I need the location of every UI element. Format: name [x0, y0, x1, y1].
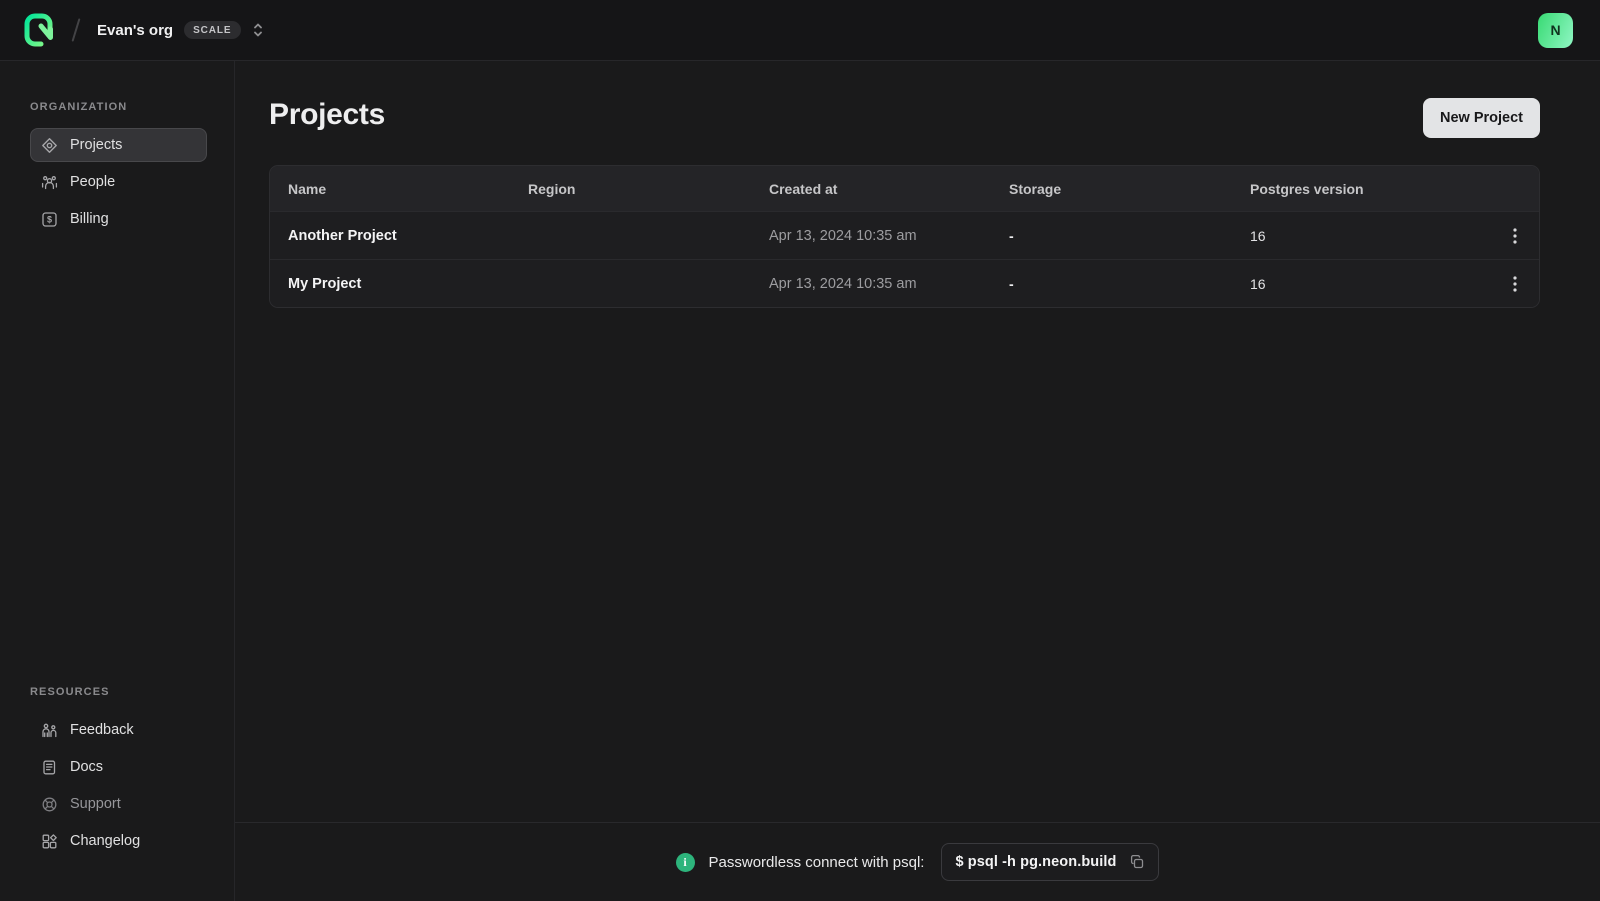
- docs-icon: [40, 758, 58, 776]
- sidebar-item-label: Billing: [70, 211, 109, 227]
- sidebar-item-label: Projects: [70, 137, 122, 153]
- project-name[interactable]: Another Project: [288, 228, 528, 244]
- copy-icon[interactable]: [1129, 854, 1145, 870]
- sidebar-item-feedback[interactable]: Feedback: [30, 713, 207, 747]
- sidebar-section-resources: RESOURCES: [0, 686, 234, 698]
- project-postgres-version: 16: [1250, 228, 1491, 244]
- sidebar-item-label: People: [70, 174, 115, 190]
- table-header-row: Name Region Created at Storage Postgres …: [270, 166, 1539, 211]
- project-created-at: Apr 13, 2024 10:35 am: [769, 276, 1009, 292]
- new-project-button[interactable]: New Project: [1423, 98, 1540, 138]
- project-storage: -: [1009, 276, 1250, 292]
- psql-command: $ psql -h pg.neon.build: [955, 854, 1116, 870]
- table-row[interactable]: Another Project Apr 13, 2024 10:35 am - …: [270, 211, 1539, 259]
- sidebar-item-support[interactable]: Support: [30, 787, 207, 821]
- topbar: Evan's org SCALE N: [0, 0, 1600, 61]
- column-header-created-at: Created at: [769, 181, 1009, 197]
- feedback-icon: [40, 721, 58, 739]
- changelog-icon: [40, 832, 58, 850]
- support-icon: [40, 795, 58, 813]
- plan-badge: SCALE: [184, 21, 240, 39]
- project-name[interactable]: My Project: [288, 276, 528, 292]
- sidebar-item-label: Support: [70, 796, 121, 812]
- project-postgres-version: 16: [1250, 276, 1491, 292]
- sidebar-item-projects[interactable]: Projects: [30, 128, 207, 162]
- psql-message: Passwordless connect with psql:: [709, 854, 925, 871]
- page-title: Projects: [269, 98, 385, 132]
- project-created-at: Apr 13, 2024 10:35 am: [769, 228, 1009, 244]
- sidebar-item-label: Docs: [70, 759, 103, 775]
- breadcrumb-slash: [72, 18, 81, 42]
- column-header-postgres-version: Postgres version: [1250, 181, 1491, 197]
- sidebar-item-label: Feedback: [70, 722, 134, 738]
- projects-icon: [40, 136, 58, 154]
- org-switcher-chevrons-icon[interactable]: [251, 22, 265, 38]
- projects-table: Name Region Created at Storage Postgres …: [269, 165, 1540, 308]
- row-actions-kebab-icon[interactable]: [1507, 222, 1523, 250]
- column-header-name: Name: [288, 181, 528, 197]
- user-avatar[interactable]: N: [1538, 13, 1573, 48]
- sidebar-item-docs[interactable]: Docs: [30, 750, 207, 784]
- psql-command-chip[interactable]: $ psql -h pg.neon.build: [941, 843, 1159, 881]
- psql-footer-bar: i Passwordless connect with psql: $ psql…: [235, 822, 1600, 901]
- sidebar-item-people[interactable]: People: [30, 165, 207, 199]
- svg-text:$: $: [46, 214, 51, 224]
- sidebar: ORGANIZATION Projects People: [0, 61, 235, 901]
- org-name[interactable]: Evan's org: [97, 22, 173, 39]
- table-row[interactable]: My Project Apr 13, 2024 10:35 am - 16: [270, 259, 1539, 307]
- sidebar-item-changelog[interactable]: Changelog: [30, 824, 207, 858]
- project-storage: -: [1009, 228, 1250, 244]
- sidebar-section-organization: ORGANIZATION: [0, 101, 234, 113]
- neon-logo-icon[interactable]: [23, 12, 59, 48]
- people-icon: [40, 173, 58, 191]
- column-header-region: Region: [528, 181, 769, 197]
- info-icon: i: [676, 853, 695, 872]
- billing-icon: $: [40, 210, 58, 228]
- column-header-storage: Storage: [1009, 181, 1250, 197]
- main-content: Projects New Project Name Region Created…: [235, 61, 1600, 901]
- row-actions-kebab-icon[interactable]: [1507, 270, 1523, 298]
- sidebar-item-label: Changelog: [70, 833, 140, 849]
- sidebar-item-billing[interactable]: $ Billing: [30, 202, 207, 236]
